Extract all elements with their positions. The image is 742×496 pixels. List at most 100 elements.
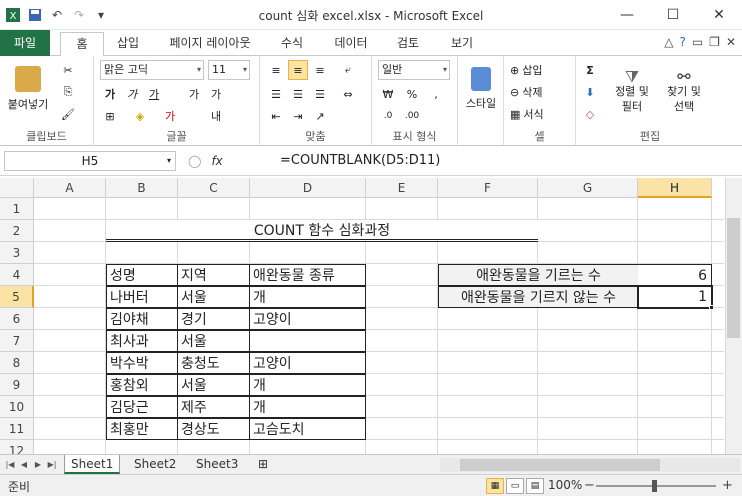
help-icon[interactable]: ?	[679, 35, 685, 49]
align-right-icon[interactable]: ☰	[310, 84, 330, 104]
table-cell[interactable]: 김야채	[106, 308, 178, 330]
tab-review[interactable]: 검토	[388, 32, 428, 56]
normal-view-icon[interactable]: ▦	[486, 478, 504, 494]
table-header-cell[interactable]: 애완동물 종류	[249, 264, 366, 286]
currency-icon[interactable]: ₩	[378, 84, 398, 104]
column-header-selected[interactable]: H	[638, 178, 712, 198]
column-header[interactable]: F	[438, 178, 538, 198]
fill-handle[interactable]	[709, 305, 714, 310]
horizontal-scrollbar[interactable]	[440, 458, 740, 472]
column-header[interactable]: G	[538, 178, 638, 198]
cut-icon[interactable]: ✂	[58, 60, 78, 80]
copy-icon[interactable]: ⎘	[58, 82, 78, 102]
column-header[interactable]: D	[250, 178, 366, 198]
increase-font-button[interactable]: 가	[184, 84, 204, 104]
sort-filter-button[interactable]: ⧩ 정렬 및 필터	[608, 60, 656, 122]
table-cell[interactable]: 서울	[177, 330, 250, 352]
increase-decimal-icon[interactable]: .0	[378, 106, 398, 126]
increase-indent-icon[interactable]: ⇥	[288, 106, 308, 126]
window-close-icon[interactable]: ✕	[726, 35, 736, 49]
table-cell[interactable]: 서울	[177, 286, 250, 308]
number-format-select[interactable]: 일반 ▾	[378, 60, 450, 80]
fill-icon[interactable]: ⬇	[580, 82, 600, 102]
align-bottom-icon[interactable]: ≡	[310, 60, 330, 80]
maximize-button[interactable]: ☐	[650, 0, 696, 30]
orientation-icon[interactable]: ↗	[310, 106, 330, 126]
table-cell[interactable]: 고양이	[249, 352, 366, 374]
phonetic-icon[interactable]: 내	[206, 106, 226, 126]
minimize-button[interactable]: —	[604, 0, 650, 30]
prev-sheet-icon[interactable]: ◀	[18, 457, 30, 473]
insert-sheet-icon[interactable]: ⊞	[252, 455, 274, 474]
sheet-title[interactable]: COUNT 함수 심화과정	[106, 220, 538, 242]
align-top-icon[interactable]: ≡	[266, 60, 286, 80]
sheet-tab-sheet2[interactable]: Sheet2	[128, 455, 182, 474]
table-cell[interactable]: 충청도	[177, 352, 250, 374]
table-cell[interactable]: 서울	[177, 374, 250, 396]
table-cell[interactable]: 개	[249, 396, 366, 418]
table-cell[interactable]: 제주	[177, 396, 250, 418]
window-restore-icon[interactable]: ❐	[709, 35, 720, 49]
name-box[interactable]: H5 ▾	[4, 151, 176, 171]
fill-color-icon[interactable]: ◈	[130, 106, 150, 126]
page-break-view-icon[interactable]: ▤	[526, 478, 544, 494]
table-cell[interactable]: 홍참외	[106, 374, 178, 396]
wrap-text-icon[interactable]: ⤶	[338, 60, 358, 80]
font-size-select[interactable]: 11 ▾	[208, 60, 250, 80]
align-center-icon[interactable]: ☰	[288, 84, 308, 104]
merge-center-icon[interactable]: ⇔	[338, 84, 358, 104]
tab-insert[interactable]: 삽입	[108, 32, 148, 56]
first-sheet-icon[interactable]: |◀	[4, 457, 16, 473]
row-header-selected[interactable]: 5	[0, 286, 34, 308]
zoom-level[interactable]: 100%	[548, 478, 582, 492]
horizontal-scroll-thumb[interactable]	[460, 459, 660, 471]
decrease-font-button[interactable]: 가	[206, 84, 226, 104]
row-header[interactable]: 10	[0, 396, 34, 418]
table-cell[interactable]: 개	[249, 286, 366, 308]
row-header[interactable]: 9	[0, 374, 34, 396]
zoom-out-icon[interactable]: −	[584, 478, 595, 493]
select-all-corner[interactable]	[0, 178, 34, 198]
tab-view[interactable]: 보기	[442, 32, 482, 56]
summary-label[interactable]: 애완동물을 기르지 않는 수	[438, 286, 639, 308]
table-cell[interactable]: 개	[249, 374, 366, 396]
align-middle-icon[interactable]: ≡	[288, 60, 308, 80]
sheet-tab-sheet1[interactable]: Sheet1	[64, 455, 121, 474]
table-cell[interactable]: 최사과	[106, 330, 178, 352]
vertical-scroll-thumb[interactable]	[727, 218, 740, 338]
font-color-icon[interactable]: 가	[160, 106, 180, 126]
row-header[interactable]: 8	[0, 352, 34, 374]
tab-data[interactable]: 데이터	[326, 32, 376, 56]
table-cell[interactable]: 박수박	[106, 352, 178, 374]
sheet-tab-sheet3[interactable]: Sheet3	[190, 455, 244, 474]
tab-file[interactable]: 파일	[0, 30, 50, 56]
tab-formulas[interactable]: 수식	[272, 32, 312, 56]
zoom-slider-thumb[interactable]	[652, 480, 657, 492]
table-cell[interactable]: 최홍만	[106, 418, 178, 440]
summary-label[interactable]: 애완동물을 기르는 수	[438, 264, 639, 286]
format-painter-icon[interactable]: 🖌	[58, 104, 78, 124]
row-header[interactable]: 1	[0, 198, 34, 220]
column-header[interactable]: C	[178, 178, 250, 198]
italic-button[interactable]: 가	[122, 84, 142, 104]
table-header-cell[interactable]: 지역	[177, 264, 250, 286]
row-header[interactable]: 12	[0, 440, 34, 454]
align-left-icon[interactable]: ☰	[266, 84, 286, 104]
table-header-cell[interactable]: 성명	[106, 264, 178, 286]
summary-value[interactable]: 6	[638, 264, 712, 286]
styles-button[interactable]: 스타일	[460, 60, 502, 118]
row-header[interactable]: 7	[0, 330, 34, 352]
table-cell[interactable]: 고슴도치	[249, 418, 366, 440]
tab-home[interactable]: 홈	[60, 32, 104, 57]
close-button[interactable]: ✕	[696, 0, 742, 30]
decrease-decimal-icon[interactable]: .00	[402, 106, 422, 126]
expand-icon[interactable]: ◯	[188, 154, 201, 168]
column-header[interactable]: B	[106, 178, 178, 198]
find-select-button[interactable]: ⚯ 찾기 및 선택	[660, 60, 708, 122]
bold-button[interactable]: 가	[100, 84, 120, 104]
autosum-icon[interactable]: Σ	[580, 60, 600, 80]
underline-button[interactable]: 가	[144, 84, 164, 104]
table-cell[interactable]: 김당근	[106, 396, 178, 418]
vertical-scrollbar[interactable]	[725, 178, 742, 454]
row-header[interactable]: 11	[0, 418, 34, 440]
